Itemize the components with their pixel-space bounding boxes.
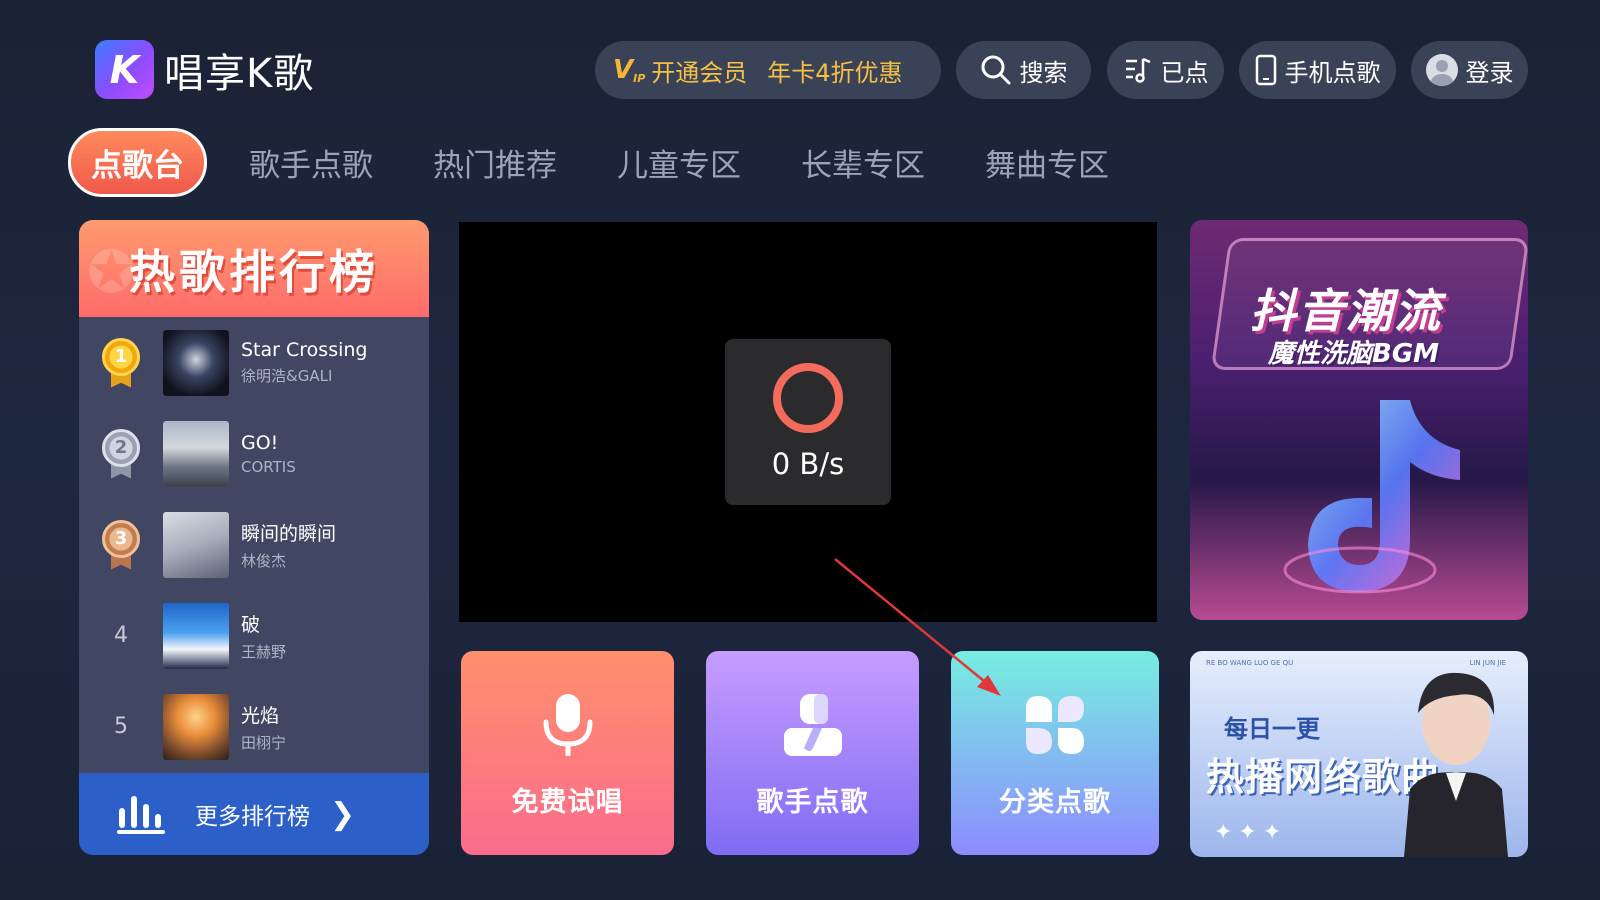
singer-request-tile[interactable]: 歌手点歌: [706, 651, 919, 855]
login-label: 登录: [1465, 58, 1514, 87]
singer-icon: [783, 694, 842, 756]
music-note-icon: [1283, 400, 1460, 594]
vip-badge-small: IP: [633, 72, 646, 85]
vip-label: 开通会员: [651, 58, 748, 87]
login-button[interactable]: 登录: [1411, 41, 1528, 99]
vip-icon: VIP: [613, 55, 645, 85]
rank-number: 4: [114, 623, 128, 648]
tab-elders[interactable]: 长辈专区: [801, 140, 925, 185]
rank-number: 3: [102, 519, 140, 558]
singer-request-label: 歌手点歌: [756, 787, 869, 818]
sparkle-decoration: ✦✦✦: [1214, 820, 1288, 845]
rank-number: 5: [114, 714, 128, 739]
app-root: K 唱享K歌 VIP 开通会员 年卡4折优惠 搜索 已点 手机点歌 登录 点歌台…: [0, 0, 1600, 900]
banner-caption-left: RE BO WANG LUO GE QU: [1206, 659, 1294, 667]
douyin-trend-banner[interactable]: 抖音潮流 魔性洗脑BGM: [1190, 220, 1528, 620]
hot-chart-header[interactable]: ✪ 热歌排行榜: [79, 220, 429, 317]
free-sing-label: 免费试唱: [511, 787, 624, 818]
tab-hot[interactable]: 热门推荐: [433, 140, 557, 185]
song-title: 破: [241, 613, 261, 636]
song-title: Star Crossing: [241, 339, 368, 361]
avatar-icon: [1425, 54, 1458, 86]
phone-request-button[interactable]: 手机点歌: [1239, 41, 1396, 99]
chart-row[interactable]: 4 破 王赫野: [79, 590, 429, 681]
song-artist: CORTIS: [241, 457, 296, 476]
douyin-banner-subtitle: 魔性洗脑BGM: [1268, 339, 1440, 369]
tab-singer[interactable]: 歌手点歌: [249, 140, 373, 185]
queued-label: 已点: [1160, 58, 1209, 87]
song-artist: 田栩宁: [241, 733, 287, 752]
album-cover: [163, 511, 229, 578]
loading-speed: 0 B/s: [771, 447, 845, 481]
chart-row[interactable]: 1 Star Crossing 徐明浩&GALI: [79, 317, 429, 408]
tab-dance[interactable]: 舞曲专区: [985, 140, 1109, 185]
artist-portrait: [1404, 672, 1508, 857]
daily-update-label: 每日一更: [1224, 715, 1320, 743]
song-title: GO!: [241, 431, 279, 454]
more-charts-label: 更多排行榜: [195, 804, 310, 830]
search-button[interactable]: 搜索: [956, 41, 1091, 99]
chart-row[interactable]: 5 光焰 田栩宁: [79, 681, 429, 772]
tab-kids[interactable]: 儿童专区: [617, 140, 741, 185]
album-cover: [163, 329, 229, 396]
song-artist: 徐明浩&GALI: [241, 367, 333, 385]
rank-cell: 3: [79, 519, 163, 570]
category-tabs: 点歌台 歌手点歌 热门推荐 儿童专区 长辈专区 舞曲专区: [68, 127, 1169, 197]
song-title: 光焰: [241, 704, 280, 727]
album-cover: [163, 693, 229, 760]
vip-button[interactable]: VIP 开通会员 年卡4折优惠: [595, 41, 941, 99]
song-artist: 王赫野: [241, 642, 287, 661]
category-request-tile[interactable]: 分类点歌: [951, 651, 1159, 855]
queued-songs-button[interactable]: 已点: [1107, 41, 1224, 99]
phone-icon: [1255, 54, 1276, 86]
loading-spinner-icon: [773, 363, 843, 433]
rank-number: 1: [102, 337, 140, 376]
rank-number: 2: [102, 428, 140, 467]
app-logo: K 唱享K歌: [95, 40, 314, 99]
bronze-medal-icon: 3: [102, 519, 140, 570]
tab-song-desk[interactable]: 点歌台: [68, 127, 207, 197]
category-grid-icon: [1026, 696, 1084, 754]
daily-hits-banner[interactable]: RE BO WANG LUO GE QU LIN JUN JIE 每日一更 热播…: [1190, 651, 1528, 857]
silver-medal-icon: 2: [102, 428, 140, 479]
microphone-icon: [543, 694, 592, 756]
song-title: 瞬间的瞬间: [241, 522, 337, 545]
phone-label: 手机点歌: [1284, 58, 1381, 87]
song-artist: 林俊杰: [241, 551, 287, 570]
rank-cell: 1: [79, 337, 163, 388]
hot-chart-panel: ✪ 热歌排行榜 1 Star Crossing 徐明浩&GALI 2 GO! C…: [79, 220, 429, 855]
chart-row[interactable]: 3 瞬间的瞬间 林俊杰: [79, 499, 429, 590]
album-cover: [163, 602, 229, 669]
rank-cell: 2: [79, 428, 163, 479]
trophy-icon: ✪: [87, 238, 136, 306]
bar-chart-icon: [117, 796, 165, 834]
search-icon: [981, 55, 1010, 85]
vip-badge-letter: V: [613, 55, 634, 85]
douyin-banner-title: 抖音潮流: [1250, 284, 1442, 338]
video-player[interactable]: 0 B/s: [459, 222, 1157, 622]
logo-icon: K: [95, 40, 154, 99]
free-sing-tile[interactable]: 免费试唱: [461, 651, 674, 855]
category-request-label: 分类点歌: [999, 787, 1111, 818]
app-name: 唱享K歌: [164, 50, 315, 97]
chart-row[interactable]: 2 GO! CORTIS: [79, 408, 429, 499]
album-cover: [163, 420, 229, 487]
gold-medal-icon: 1: [102, 337, 140, 388]
playlist-icon: [1125, 57, 1150, 83]
loading-indicator: 0 B/s: [725, 339, 891, 505]
search-label: 搜索: [1019, 58, 1068, 87]
more-charts-button[interactable]: 更多排行榜 ❯: [79, 773, 429, 855]
chevron-right-icon: ❯: [330, 796, 356, 832]
vip-promo: 年卡4折优惠: [767, 58, 903, 87]
hot-chart-title: 热歌排行榜: [129, 244, 379, 299]
